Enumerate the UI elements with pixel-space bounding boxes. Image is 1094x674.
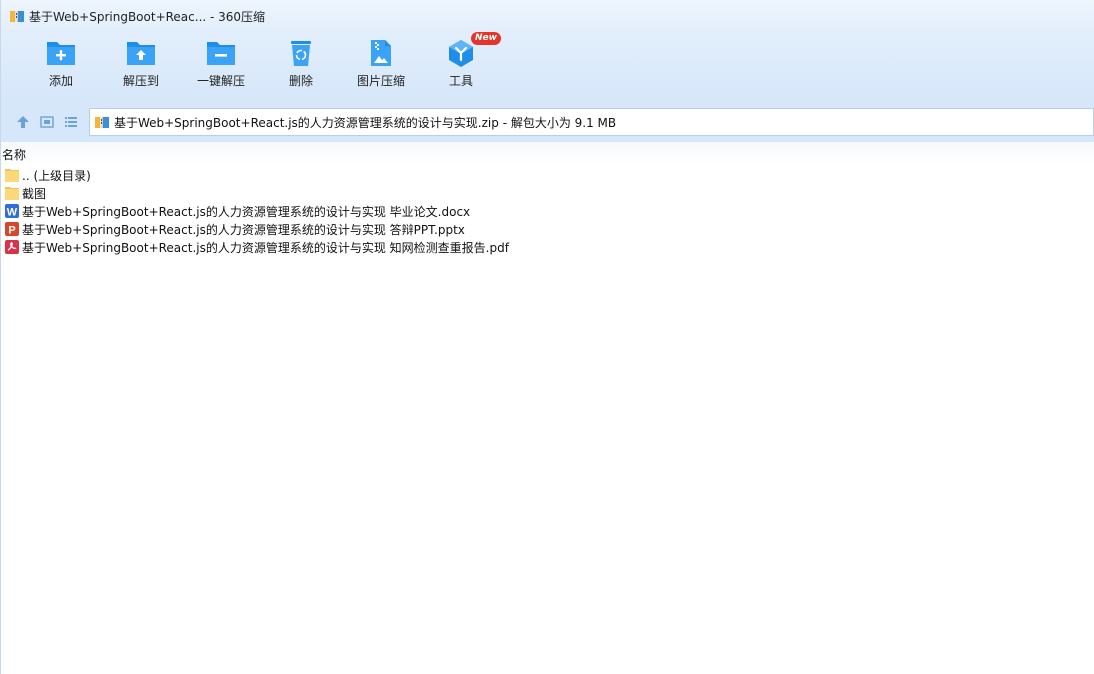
folder-add-icon (47, 42, 75, 65)
one-click-extract-button[interactable]: 一键解压 (181, 32, 261, 98)
arrow-up-icon (16, 116, 29, 128)
list-view-icon (64, 117, 77, 127)
folder-icon (5, 187, 19, 200)
image-compress-label: 图片压缩 (356, 74, 405, 88)
list-item[interactable]: .. (上级目录) (1, 166, 1094, 184)
svg-text:W: W (7, 207, 18, 219)
file-name: 基于Web+SpringBoot+React.js的人力资源管理系统的设计与实现… (22, 222, 465, 237)
delete-button[interactable]: 删除 (261, 32, 341, 98)
pdf-document-icon (5, 240, 19, 254)
column-header-label: 名称 (2, 147, 27, 162)
title-bar: 基于Web+SpringBoot+Reac... - 360压缩 (1, 0, 1094, 32)
folder-extract-icon (127, 42, 155, 65)
one-click-extract-label: 一键解压 (196, 74, 245, 88)
extract-to-label: 解压到 (122, 74, 159, 88)
tools-button[interactable]: New 工具 (421, 32, 501, 98)
thumbnail-view-icon (40, 116, 54, 128)
list-item[interactable]: 基于Web+SpringBoot+React.js的人力资源管理系统的设计与实现… (1, 238, 1094, 256)
list-view-button[interactable] (59, 110, 83, 134)
image-compress-icon (371, 40, 391, 66)
powerpoint-document-icon: P (5, 222, 19, 237)
folder-icon (5, 169, 19, 182)
list-item[interactable]: W 基于Web+SpringBoot+React.js的人力资源管理系统的设计与… (1, 202, 1094, 220)
extract-to-button[interactable]: 解压到 (101, 32, 181, 98)
trash-icon (291, 41, 311, 66)
zip-archive-icon (10, 11, 24, 22)
file-list: .. (上级目录) 截图 W 基于Web+SpringBoot+React.js… (1, 166, 1094, 256)
image-compress-button[interactable]: 图片压缩 (341, 32, 421, 98)
app-window: 基于Web+SpringBoot+Reac... - 360压缩 添加 解压到 (0, 0, 1094, 674)
address-row: 基于Web+SpringBoot+React.js的人力资源管理系统的设计与实现… (1, 102, 1094, 142)
add-button[interactable]: 添加 (21, 32, 101, 98)
window-title: 基于Web+SpringBoot+Reac... - 360压缩 (29, 9, 266, 24)
file-name: .. (上级目录) (22, 168, 91, 183)
new-badge: New (471, 32, 501, 45)
toolbar: 添加 解压到 一键解压 删除 图片压缩 New 工具 (1, 32, 1094, 102)
list-item[interactable]: P 基于Web+SpringBoot+React.js的人力资源管理系统的设计与… (1, 220, 1094, 238)
file-name: 截图 (22, 186, 47, 201)
add-label: 添加 (48, 74, 73, 88)
word-document-icon: W (5, 204, 19, 219)
thumbnail-view-button[interactable] (35, 110, 59, 134)
svg-text:P: P (8, 225, 15, 237)
address-bar[interactable]: 基于Web+SpringBoot+React.js的人力资源管理系统的设计与实现… (88, 108, 1094, 136)
one-click-extract-icon (207, 42, 235, 65)
up-level-button[interactable] (11, 110, 35, 134)
column-header-name[interactable]: 名称 (1, 142, 1094, 166)
zip-archive-icon (94, 117, 109, 128)
file-name: 基于Web+SpringBoot+React.js的人力资源管理系统的设计与实现… (22, 240, 509, 255)
tools-label: 工具 (448, 74, 473, 88)
list-item[interactable]: 截图 (1, 184, 1094, 202)
delete-label: 删除 (288, 74, 313, 88)
address-path: 基于Web+SpringBoot+React.js的人力资源管理系统的设计与实现… (113, 115, 617, 130)
file-name: 基于Web+SpringBoot+React.js的人力资源管理系统的设计与实现… (22, 204, 471, 219)
